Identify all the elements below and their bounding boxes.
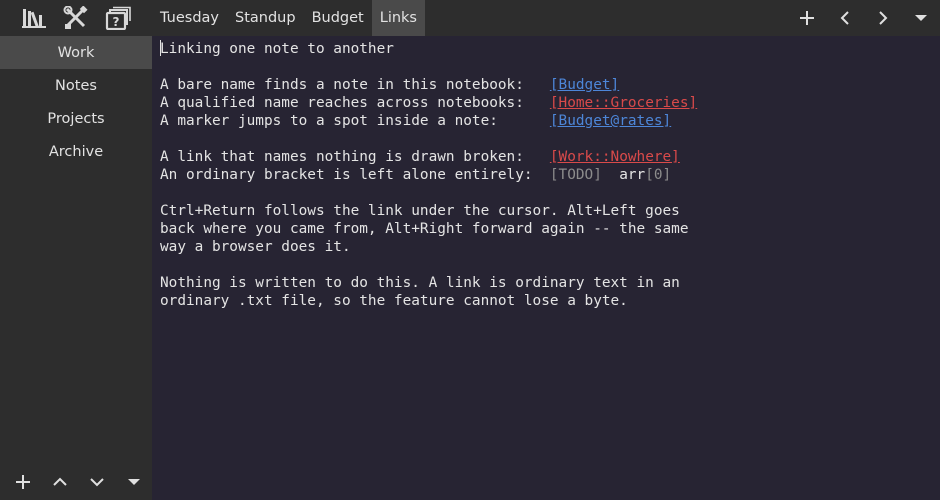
- move-down-button[interactable]: [78, 464, 115, 500]
- editor-line: ordinary .txt file, so the feature canno…: [160, 293, 628, 309]
- caret-down-icon: [127, 479, 140, 485]
- notebook-menu-button[interactable]: [115, 464, 152, 500]
- editor-line: A qualified name reaches across notebook…: [160, 95, 698, 111]
- notebook-projects[interactable]: Projects: [0, 102, 152, 135]
- plain-bracket: [0]: [645, 167, 672, 183]
- note-tabs: Tuesday Standup Budget Links: [152, 0, 425, 36]
- plus-icon: [15, 475, 30, 489]
- notebook-notes[interactable]: Notes: [0, 69, 152, 102]
- broken-note-link[interactable]: [Work::Nowhere]: [550, 149, 680, 165]
- caret-down-icon: [915, 15, 927, 21]
- editor-line: Ctrl+Return follows the link under the c…: [160, 203, 680, 219]
- plain-bracket: [TODO]: [549, 167, 602, 183]
- settings-tools-icon[interactable]: [62, 4, 90, 32]
- forward-button[interactable]: [864, 0, 902, 36]
- editor-line: A link that names nothing is drawn broke…: [160, 149, 680, 165]
- svg-text:?: ?: [113, 15, 120, 29]
- chevron-right-icon: [879, 11, 888, 25]
- notebook-archive[interactable]: Archive: [0, 135, 152, 168]
- editor-line: A bare name finds a note in this noteboo…: [160, 77, 620, 93]
- notebook-work[interactable]: Work: [0, 36, 152, 69]
- note-link[interactable]: [Budget]: [550, 77, 619, 93]
- note-link[interactable]: [Budget@rates]: [550, 113, 671, 129]
- tab-tuesday[interactable]: Tuesday: [152, 0, 227, 36]
- editor-line: way a browser does it.: [160, 239, 351, 255]
- editor-line: A marker jumps to a spot inside a note: …: [160, 113, 672, 129]
- chevron-left-icon: [840, 11, 849, 25]
- plus-icon: [800, 11, 814, 25]
- notebook-sidebar: Work Notes Projects Archive: [0, 36, 152, 500]
- broken-note-link[interactable]: [Home::Groceries]: [550, 95, 697, 111]
- tab-links[interactable]: Links: [371, 0, 425, 36]
- menu-button[interactable]: [902, 0, 940, 36]
- new-note-button[interactable]: [788, 0, 826, 36]
- chevron-up-icon: [52, 477, 67, 486]
- editor-line: back where you came from, Alt+Right forw…: [160, 221, 689, 237]
- back-button[interactable]: [826, 0, 864, 36]
- editor-title-line: Linking one note to another: [160, 40, 394, 57]
- top-bar: ? Tuesday Standup Budget Links: [0, 0, 940, 36]
- tab-standup[interactable]: Standup: [227, 0, 304, 36]
- move-up-button[interactable]: [41, 464, 78, 500]
- sidebar-actions: [0, 464, 152, 500]
- nav-actions: [788, 0, 940, 36]
- editor-line: Nothing is written to do this. A link is…: [160, 275, 680, 291]
- help-archive-icon[interactable]: ?: [104, 4, 132, 32]
- tab-budget[interactable]: Budget: [304, 0, 372, 36]
- editor-line: An ordinary bracket is left alone entire…: [160, 167, 672, 183]
- chevron-down-icon: [89, 478, 104, 487]
- notebooks-icon[interactable]: [20, 4, 48, 32]
- add-notebook-button[interactable]: [4, 464, 41, 500]
- sidebar-toolbar: ?: [0, 0, 152, 36]
- note-editor[interactable]: Linking one note to another A bare name …: [152, 36, 940, 500]
